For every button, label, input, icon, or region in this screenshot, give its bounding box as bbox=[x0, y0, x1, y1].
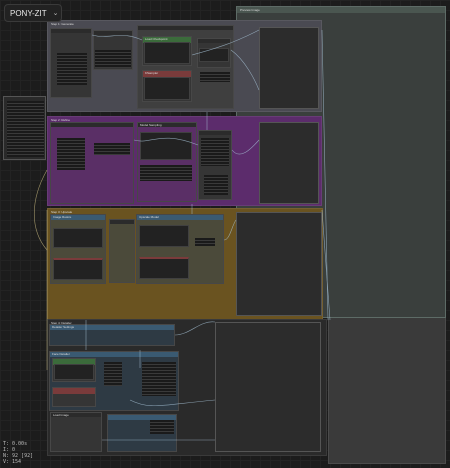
workflow-selector-button[interactable]: PONY-ZIT ⌄ bbox=[4, 4, 62, 22]
status-line: V: 154 bbox=[3, 459, 22, 465]
link-wire bbox=[231, 139, 260, 155]
workflow-name: PONY-ZIT bbox=[10, 8, 47, 18]
link-wire bbox=[174, 321, 216, 336]
link-wire bbox=[33, 169, 48, 251]
link-wire bbox=[129, 399, 216, 407]
status-readout: T: 0.00s I: 0 N: 92 [92] V: 154 bbox=[3, 441, 33, 465]
link-wire bbox=[91, 34, 143, 41]
link-wire bbox=[191, 29, 260, 56]
chevron-down-icon: ⌄ bbox=[52, 10, 59, 17]
link-wire bbox=[223, 219, 237, 241]
link-wire bbox=[133, 137, 199, 146]
node-links bbox=[33, 29, 331, 441]
link-wire bbox=[230, 49, 260, 91]
